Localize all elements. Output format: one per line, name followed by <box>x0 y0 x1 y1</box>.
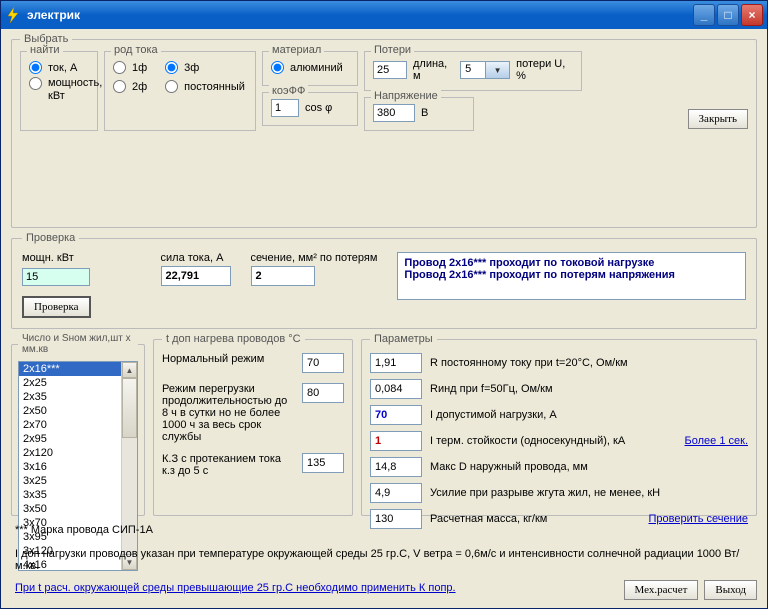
heat-overload-output: 80 <box>302 383 344 403</box>
chevron-down-icon: ▼ <box>485 62 509 78</box>
current-type-group: род тока 1ф 3ф 2ф постоянный <box>104 51 256 131</box>
find-group: найти ток, А мощность, кВт <box>20 51 98 131</box>
radio-power[interactable]: мощность, кВт <box>29 77 89 103</box>
length-input[interactable] <box>373 61 407 79</box>
list-item[interactable]: 3x50 <box>19 502 121 516</box>
bolt-icon <box>5 7 21 23</box>
choose-fieldset: Выбрать найти ток, А мощность, кВт род т… <box>11 33 757 228</box>
list-item[interactable]: 3x16 <box>19 460 121 474</box>
scroll-up-icon[interactable]: ▲ <box>122 362 137 378</box>
note-conditions: I доп нагрузки проводов указан при темпе… <box>15 548 753 572</box>
note-brand: *** Марка провода СИП-1А <box>15 524 753 536</box>
minimize-button[interactable]: _ <box>693 4 715 26</box>
app-window: электрик _ □ × Выбрать найти ток, А мощн… <box>0 0 768 609</box>
loss-percent-combo[interactable]: 5 ▼ <box>460 61 510 79</box>
current-output: 22,791 <box>161 266 231 286</box>
maximize-button[interactable]: □ <box>717 4 739 26</box>
scrollbar[interactable]: ▲ ▼ <box>121 362 137 570</box>
list-item[interactable]: 3x35 <box>19 488 121 502</box>
list-item[interactable]: 2x70 <box>19 418 121 432</box>
window-title: электрик <box>27 8 691 22</box>
check-button[interactable]: Проверка <box>22 296 91 318</box>
power-input[interactable] <box>22 268 90 286</box>
losses-group: Потери длина, м 5 ▼ потери U, % <box>364 51 582 91</box>
heat-normal-output: 70 <box>302 353 344 373</box>
radio-current[interactable]: ток, А <box>29 61 89 74</box>
heat-fieldset: t доп нагрева проводов °C Нормальный реж… <box>153 333 353 516</box>
param-force: 4,9 <box>370 483 422 503</box>
scroll-thumb[interactable] <box>122 378 137 438</box>
voltage-input[interactable] <box>373 104 415 122</box>
check-fieldset: Проверка мощн. кВт Проверка сила тока, А… <box>11 232 757 329</box>
param-iallow: 70 <box>370 405 422 425</box>
radio-1phase[interactable]: 1ф <box>113 61 147 74</box>
koeff-input[interactable] <box>271 99 299 117</box>
list-item[interactable]: 3x25 <box>19 474 121 488</box>
close-button[interactable]: Закрыть <box>688 109 748 129</box>
exit-button[interactable]: Выход <box>704 580 757 600</box>
voltage-group: Напряжение В <box>364 97 474 131</box>
correction-link[interactable]: При t расч. окружающей среды превышающие… <box>15 582 456 594</box>
radio-dc[interactable]: постоянный <box>165 80 245 93</box>
radio-aluminum[interactable]: алюминий <box>271 61 349 74</box>
params-fieldset: Параметры 1,91R постоянному току при t=2… <box>361 333 757 516</box>
param-d: 14,8 <box>370 457 422 477</box>
param-rind: 0,084 <box>370 379 422 399</box>
radio-3phase[interactable]: 3ф <box>165 61 199 74</box>
param-iterm: 1 <box>370 431 422 451</box>
list-item[interactable]: 2x120 <box>19 446 121 460</box>
list-item[interactable]: 2x95 <box>19 432 121 446</box>
list-item[interactable]: 2x16*** <box>19 362 121 376</box>
wire-listbox[interactable]: 2x16***2x252x352x502x702x952x1203x163x25… <box>19 362 121 570</box>
wire-list-fieldset: Число и Sном жил,шт x мм.кв 2x16***2x252… <box>11 333 145 516</box>
list-item[interactable]: 2x35 <box>19 390 121 404</box>
mech-calc-button[interactable]: Мех.расчет <box>624 580 699 600</box>
list-item[interactable]: 2x50 <box>19 404 121 418</box>
more-1sec-link[interactable]: Более 1 сек. <box>685 435 748 447</box>
material-group: материал алюминий <box>262 51 358 86</box>
list-item[interactable]: 2x25 <box>19 376 121 390</box>
titlebar: электрик _ □ × <box>1 1 767 29</box>
koeff-label: cos φ <box>305 102 332 114</box>
koeff-group: коэФФ cos φ <box>262 92 358 126</box>
result-box: Провод 2х16*** проходит по токовой нагру… <box>397 252 746 300</box>
heat-short-output: 135 <box>302 453 344 473</box>
section-output: 2 <box>251 266 315 286</box>
param-r: 1,91 <box>370 353 422 373</box>
close-window-button[interactable]: × <box>741 4 763 26</box>
radio-2phase[interactable]: 2ф <box>113 80 147 93</box>
